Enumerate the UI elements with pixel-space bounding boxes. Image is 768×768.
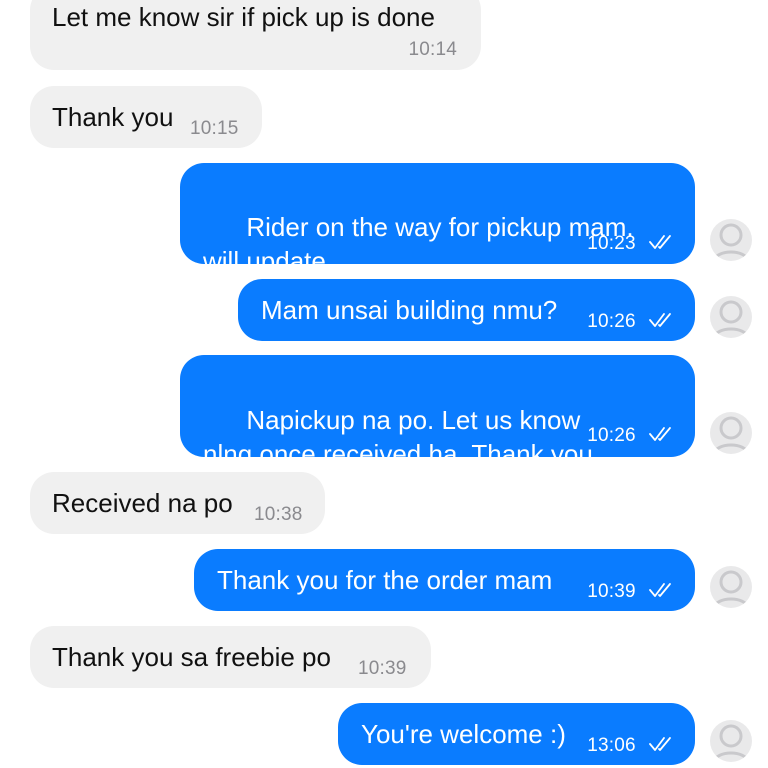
user-avatar-icon: [710, 412, 752, 454]
message-time: 10:14: [408, 39, 457, 60]
double-check-icon: [649, 583, 671, 597]
message-meta: 10:39: [587, 571, 673, 609]
incoming-message[interactable]: Let me know sir if pick up is done 10:14: [30, 0, 481, 70]
message-meta: 10:26: [587, 415, 673, 453]
incoming-message[interactable]: Thank you sa freebie po 10:39: [30, 626, 431, 688]
message-text: Thank you for the order mam: [217, 565, 553, 595]
message-text: Thank you: [52, 102, 174, 132]
message-text: Let me know sir if pick up is done: [52, 2, 435, 32]
user-avatar-icon: [710, 720, 752, 762]
message-text: Mam unsai building nmu?: [261, 295, 558, 325]
double-check-icon: [649, 235, 671, 249]
user-avatar-icon: [710, 566, 752, 608]
message-time: 10:39: [587, 581, 636, 602]
message-time: 10:23: [587, 233, 636, 254]
message-meta: 10:26: [587, 301, 673, 339]
outgoing-message[interactable]: Napickup na po. Let us know nlng once re…: [180, 355, 695, 469]
message-time: 13:06: [587, 735, 636, 756]
message-text: Thank you sa freebie po: [52, 642, 331, 672]
message-thread: Let me know sir if pick up is done 10:14…: [0, 0, 768, 768]
incoming-message[interactable]: Thank you 10:15: [30, 86, 262, 148]
outgoing-message[interactable]: Thank you for the order mam 10:39: [194, 549, 695, 611]
message-text: You're welcome :): [361, 719, 566, 749]
message-text: Received na po: [52, 488, 233, 518]
message-time: 10:38: [254, 504, 303, 525]
outgoing-message[interactable]: You're welcome :) 13:06: [338, 703, 695, 765]
user-avatar-icon: [710, 219, 752, 261]
message-time: 10:26: [587, 425, 636, 446]
message-meta: 13:06: [587, 725, 673, 763]
message-meta: 10:23: [587, 223, 673, 261]
double-check-icon: [649, 737, 671, 751]
outgoing-message[interactable]: Mam unsai building nmu? 10:26: [238, 279, 695, 341]
incoming-message[interactable]: Received na po 10:38: [30, 472, 325, 534]
message-time: 10:26: [587, 311, 636, 332]
message-time: 10:39: [358, 658, 407, 679]
message-time: 10:15: [190, 118, 239, 139]
double-check-icon: [649, 313, 671, 327]
double-check-icon: [649, 427, 671, 441]
user-avatar-icon: [710, 296, 752, 338]
outgoing-message[interactable]: Rider on the way for pickup mam. will up…: [180, 163, 695, 276]
